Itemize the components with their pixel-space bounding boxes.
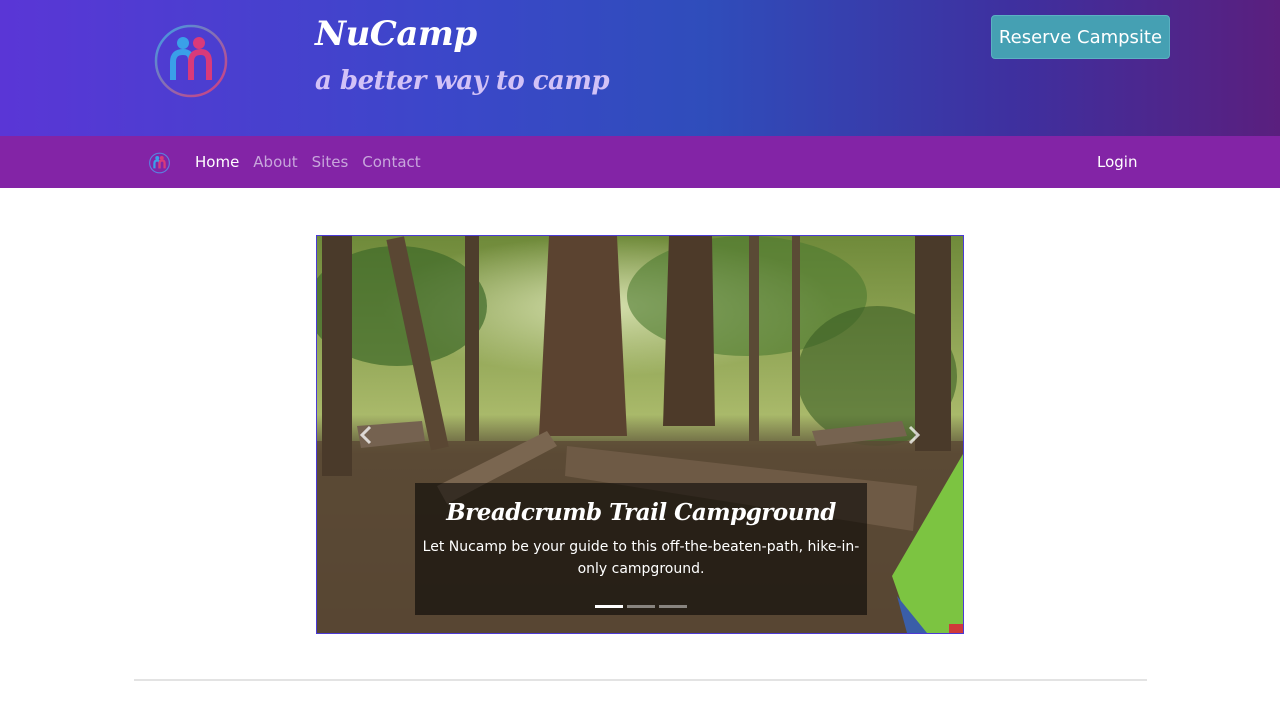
carousel-indicator[interactable] (627, 605, 655, 608)
brand-title: NuCamp (315, 14, 477, 54)
campsite-carousel: Breadcrumb Trail Campground Let Nucamp b… (316, 235, 964, 634)
carousel-prev-control[interactable] (351, 418, 381, 452)
nav-item-home[interactable]: Home (195, 153, 239, 171)
carousel-indicator[interactable] (659, 605, 687, 608)
chevron-right-icon (908, 425, 921, 445)
caption-text: Let Nucamp be your guide to this off-the… (422, 539, 860, 577)
caption-title: Breadcrumb Trail Campground (446, 499, 836, 526)
carousel-indicator[interactable] (595, 605, 623, 608)
nucamp-logo-icon[interactable] (153, 22, 229, 100)
carousel-next-control[interactable] (899, 418, 929, 452)
reserve-campsite-button[interactable]: Reserve Campsite (991, 15, 1170, 59)
brand-subtitle: a better way to camp (315, 66, 610, 96)
login-link[interactable]: Login (1097, 136, 1137, 188)
site-header: NuCamp a better way to camp Reserve Camp… (0, 0, 1280, 136)
nav-links: Home About Sites Contact (195, 136, 421, 188)
photo-corner-mark (949, 624, 963, 633)
carousel-indicators (415, 605, 867, 608)
navbar: Home About Sites Contact Login (0, 136, 1280, 188)
chevron-left-icon (359, 425, 372, 445)
nav-item-contact[interactable]: Contact (362, 153, 420, 171)
carousel-caption: Breadcrumb Trail Campground Let Nucamp b… (415, 483, 867, 615)
nav-item-sites[interactable]: Sites (312, 153, 349, 171)
nav-item-about[interactable]: About (253, 153, 297, 171)
nucamp-logo-small-icon[interactable] (148, 152, 171, 174)
section-divider (134, 679, 1147, 681)
